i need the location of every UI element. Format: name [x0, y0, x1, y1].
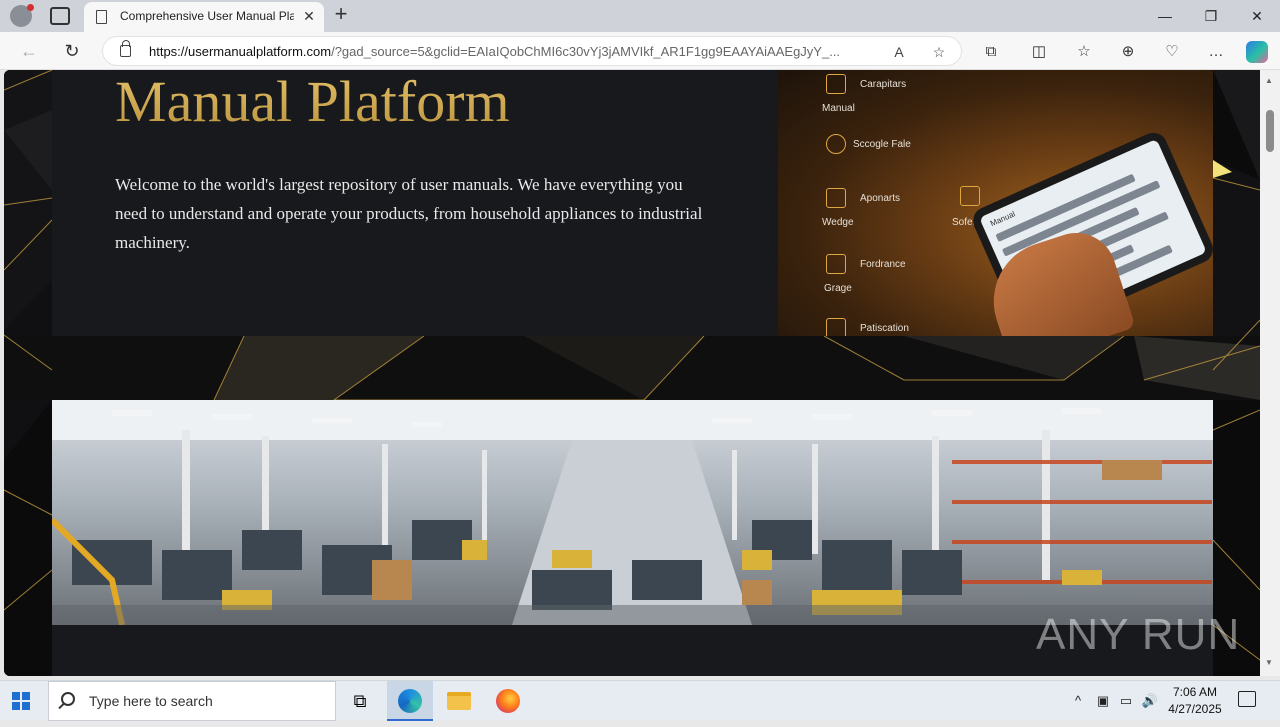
search-icon — [61, 692, 75, 706]
refresh-button[interactable]: ↻ — [59, 39, 85, 63]
scroll-thumb[interactable] — [1266, 110, 1274, 152]
lock-icon[interactable] — [120, 40, 131, 57]
scroll-down-icon[interactable]: ▼ — [1265, 658, 1273, 667]
hero-description: Welcome to the world's largest repositor… — [115, 175, 703, 252]
hero-section: Manual Platform Welcome to the world's l… — [52, 70, 778, 336]
tab-title: Comprehensive User Manual Platform — [120, 9, 294, 23]
page-scrollbar[interactable]: ▲ ▼ — [1260, 70, 1280, 676]
more-menu-icon[interactable]: … — [1205, 41, 1227, 63]
anyrun-watermark: ANY RUN — [1036, 610, 1241, 659]
tray-device-icon[interactable]: ▣ — [1094, 681, 1112, 721]
back-button[interactable]: ← — [16, 39, 42, 63]
page-viewport: Manual Platform Welcome to the world's l… — [4, 70, 1260, 676]
search-placeholder: Type here to search — [89, 693, 213, 709]
split-screen-icon[interactable]: ◫ — [1028, 41, 1050, 63]
new-tab-button[interactable]: + — [330, 3, 352, 26]
address-toolbar: ← ↻ https://usermanualplatform.com/?gad_… — [0, 32, 1280, 70]
browser-essentials-icon[interactable]: ♡ — [1161, 41, 1183, 63]
taskbar-clock[interactable]: 7:06 AM 4/27/2025 — [1158, 684, 1232, 718]
tab-strip: Comprehensive User Manual Platform ✕ + —… — [0, 0, 1280, 32]
clock-time: 7:06 AM — [1172, 685, 1218, 699]
restore-button[interactable]: ❐ — [1188, 4, 1234, 28]
page-icon — [96, 10, 107, 24]
profile-avatar-icon[interactable] — [10, 4, 34, 27]
address-bar[interactable]: https://usermanualplatform.com/?gad_sour… — [102, 36, 962, 66]
task-view-icon[interactable]: ⧉ — [337, 681, 383, 721]
windows-taskbar: Type here to search ⧉ ^ ▣ ▭ 🔊 7:06 AM 4/… — [0, 680, 1280, 721]
extensions-icon[interactable]: ⧉ — [980, 41, 1002, 63]
page-title: Manual Platform — [115, 70, 510, 134]
tab-close-button[interactable]: ✕ — [300, 7, 318, 25]
collections-icon[interactable]: ⊕ — [1117, 41, 1139, 63]
file-explorer-icon[interactable] — [436, 681, 482, 721]
favorite-star-icon[interactable]: ☆ — [929, 42, 949, 62]
minimize-button[interactable]: — — [1142, 4, 1188, 28]
firefox-icon[interactable] — [485, 681, 531, 721]
tab-actions-icon[interactable] — [50, 7, 70, 25]
tablet-hero-image: Carapitars Manual Sccogle Fale Aponarts … — [778, 70, 1213, 336]
read-aloud-icon[interactable]: A — [889, 42, 909, 62]
tray-chevron-icon[interactable]: ^ — [1068, 681, 1088, 721]
url-text[interactable]: https://usermanualplatform.com/?gad_sour… — [149, 44, 879, 59]
edge-taskbar-icon[interactable] — [387, 681, 433, 721]
close-window-button[interactable]: ✕ — [1234, 4, 1280, 28]
taskbar-search-input[interactable]: Type here to search — [48, 681, 336, 721]
windows-start-icon[interactable] — [12, 692, 30, 710]
scroll-up-icon[interactable]: ▲ — [1265, 76, 1273, 85]
copilot-icon[interactable] — [1246, 41, 1268, 63]
tab-active[interactable]: Comprehensive User Manual Platform ✕ — [84, 2, 324, 32]
network-icon[interactable]: ▭ — [1116, 681, 1136, 721]
notifications-icon[interactable] — [1238, 691, 1256, 707]
factory-image — [52, 400, 1213, 625]
volume-icon[interactable]: 🔊 — [1140, 681, 1160, 721]
clock-date: 4/27/2025 — [1168, 702, 1222, 716]
favorites-icon[interactable]: ☆ — [1073, 41, 1095, 63]
